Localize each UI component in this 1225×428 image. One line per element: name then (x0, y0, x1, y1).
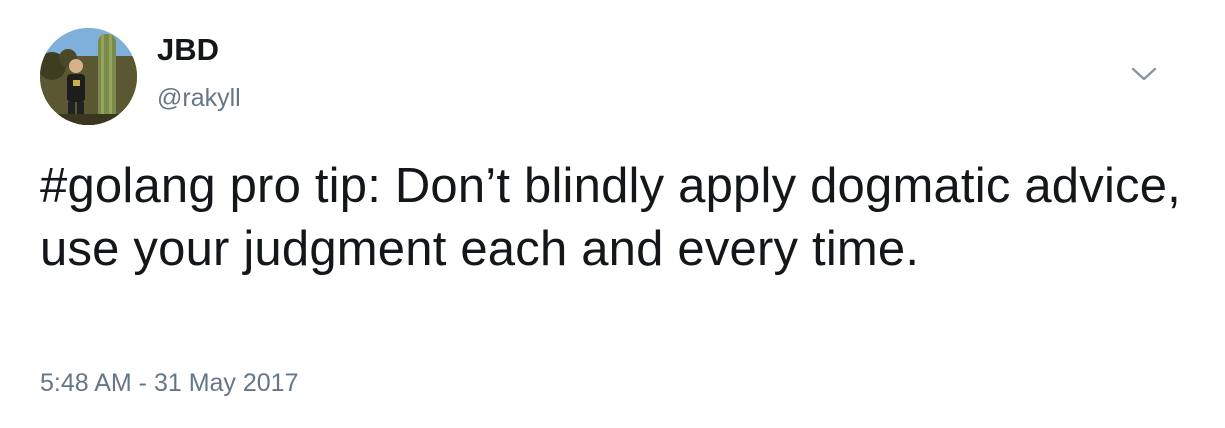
author-handle[interactable]: @rakyll (157, 86, 241, 111)
tweet-timestamp[interactable]: 5:48 AM - 31 May 2017 (40, 371, 298, 396)
avatar-image (40, 28, 137, 125)
author-avatar[interactable] (40, 28, 137, 125)
chevron-down-icon (1131, 67, 1157, 81)
author-display-name[interactable]: JBD (157, 34, 219, 65)
tweet-menu-button[interactable] (1126, 60, 1162, 88)
tweet-text: #golang pro tip: Don’t blindly apply dog… (40, 159, 1181, 276)
tweet-card: JBD @rakyll #golang pro tip: Don’t blind… (0, 0, 1225, 428)
